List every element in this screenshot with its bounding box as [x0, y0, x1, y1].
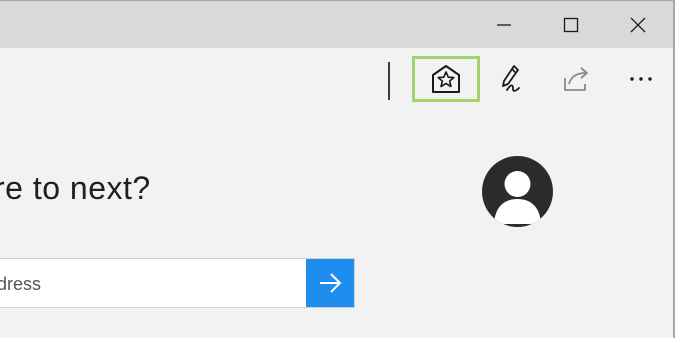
browser-window: re to next?	[0, 0, 675, 338]
toolbar-divider	[388, 62, 390, 100]
web-note-button[interactable]	[478, 56, 546, 102]
minimize-button[interactable]	[471, 1, 537, 48]
close-button[interactable]	[605, 1, 671, 48]
arrow-right-icon	[320, 273, 342, 293]
user-avatar-icon	[494, 171, 541, 224]
address-search-box	[0, 258, 355, 309]
go-button[interactable]	[306, 259, 354, 307]
maximize-button[interactable]	[538, 1, 604, 48]
more-button[interactable]	[607, 56, 675, 102]
share-button[interactable]	[542, 56, 610, 102]
minimize-icon	[497, 23, 511, 26]
hub-favorites-icon	[432, 65, 460, 93]
browser-toolbar	[0, 48, 673, 110]
page-headline: re to next?	[0, 170, 151, 206]
hub-button[interactable]	[412, 56, 480, 102]
share-icon	[564, 67, 588, 91]
close-icon	[630, 17, 646, 32]
profile-avatar[interactable]	[482, 156, 553, 227]
new-tab-page: re to next?	[0, 110, 673, 338]
more-icon	[630, 77, 652, 81]
address-input[interactable]	[0, 259, 307, 309]
maximize-icon	[563, 17, 579, 32]
web-note-pen-icon	[502, 65, 520, 92]
title-bar	[0, 0, 673, 48]
